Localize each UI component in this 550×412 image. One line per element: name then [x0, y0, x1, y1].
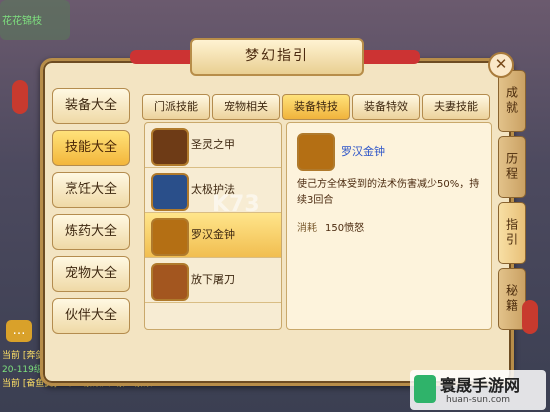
category-alchemy[interactable]: 炼药大全: [52, 214, 130, 250]
side-tab-bar: 成就 历程 指引 秘籍: [498, 70, 528, 334]
tab-equip-effects[interactable]: 装备特效: [352, 94, 420, 120]
lantern-decoration: [12, 80, 28, 114]
side-tab-achievement[interactable]: 成就: [498, 70, 526, 132]
skill-name: 罗汉金钟: [191, 228, 235, 241]
tab-couple-skills[interactable]: 夫妻技能: [422, 94, 490, 120]
panel-title: 梦幻指引: [245, 48, 309, 64]
watermark-brand: 寰晟手游网: [440, 376, 521, 395]
scene-top-left-text: 花花锦枝: [2, 16, 42, 27]
cost-value: 150愤怒: [325, 223, 365, 234]
blade-icon: [151, 263, 189, 301]
category-partners[interactable]: 伙伴大全: [52, 298, 130, 334]
skill-name: 放下屠刀: [191, 273, 235, 286]
detail-skill-name: 罗汉金钟: [341, 145, 385, 158]
skill-list: 圣灵之甲 太极护法 罗汉金钟 放下屠刀: [144, 122, 282, 330]
side-tab-label: 成就: [504, 86, 519, 116]
cost-label: 消耗: [297, 223, 317, 234]
brand-logo-icon: [414, 375, 436, 403]
watermark-logo: 寰晟手游网 huan-sun.com: [410, 370, 546, 410]
scene-top-left: 花花锦枝: [0, 0, 70, 40]
category-cooking[interactable]: 烹饪大全: [52, 172, 130, 208]
category-list: 装备大全 技能大全 烹饪大全 炼药大全 宠物大全 伙伴大全: [52, 88, 132, 340]
golden-bell-icon: [297, 133, 335, 171]
category-skills[interactable]: 技能大全: [52, 130, 130, 166]
skill-detail: 罗汉金钟 使己方全体受到的法术伤害减少50%，持续3回合 消耗 150愤怒: [286, 122, 492, 330]
lantern-decoration: [522, 300, 538, 334]
detail-cost: 消耗 150愤怒: [297, 219, 364, 234]
tab-equip-special-skills[interactable]: 装备特技: [282, 94, 350, 120]
side-tab-label: 历程: [504, 152, 519, 182]
detail-description: 使己方全体受到的法术伤害减少50%，持续3回合: [297, 179, 480, 206]
tab-pet-related[interactable]: 宠物相关: [212, 94, 280, 120]
watermark-center: K73: [212, 192, 260, 217]
golden-armor-icon: [151, 128, 189, 166]
chat-icon[interactable]: …: [6, 320, 32, 342]
side-tab-label: 指引: [504, 218, 519, 248]
side-tab-history[interactable]: 历程: [498, 136, 526, 198]
golden-bell-icon: [151, 218, 189, 256]
skill-item[interactable]: 放下屠刀: [145, 258, 281, 303]
skill-item[interactable]: 罗汉金钟: [145, 213, 281, 258]
category-equipment[interactable]: 装备大全: [52, 88, 130, 124]
tab-sect-skills[interactable]: 门派技能: [142, 94, 210, 120]
skill-name: 圣灵之甲: [191, 138, 235, 151]
skill-item[interactable]: 圣灵之甲: [145, 123, 281, 168]
watermark-domain: huan-sun.com: [446, 395, 511, 405]
side-tab-label: 秘籍: [504, 284, 519, 314]
taiji-icon: [151, 173, 189, 211]
title-banner: 梦幻指引: [190, 38, 364, 76]
category-pets[interactable]: 宠物大全: [52, 256, 130, 292]
close-button[interactable]: ✕: [488, 52, 514, 78]
side-tab-guide[interactable]: 指引: [498, 202, 526, 264]
